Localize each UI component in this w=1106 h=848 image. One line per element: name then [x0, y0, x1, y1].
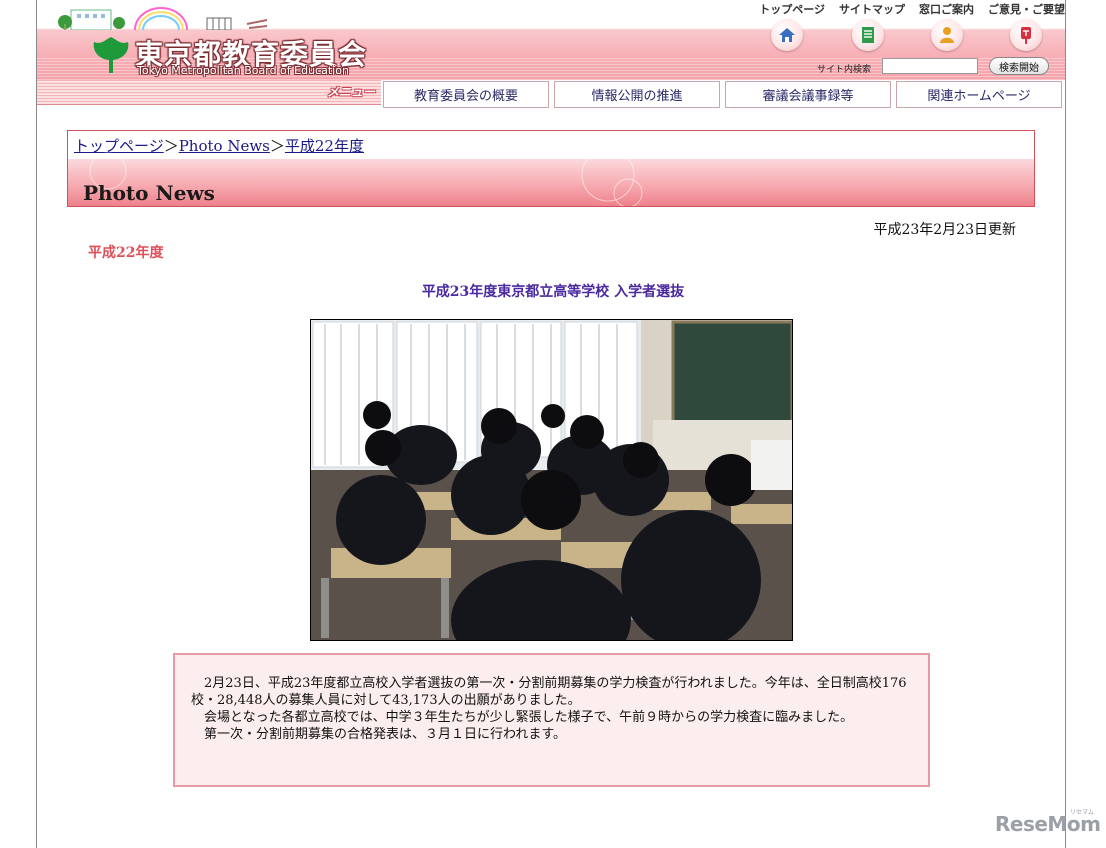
resemom-watermark: ReseMom — [995, 812, 1101, 836]
breadcrumb-link-year[interactable]: 平成22年度 — [285, 137, 364, 155]
breadcrumb-link-top[interactable]: トップページ — [74, 137, 164, 155]
header-illustration — [58, 7, 267, 30]
nav-tab-council-minutes[interactable]: 審議会議事録等 — [725, 81, 891, 108]
page-frame-left — [36, 0, 37, 848]
nav-tab-information-disclosure[interactable]: 情報公開の推進 — [554, 81, 720, 108]
nav-tab-board-overview[interactable]: 教育委員会の概要 — [383, 81, 549, 108]
util-link-sitemap[interactable]: サイトマップ — [839, 1, 905, 17]
menu-label: メニュー — [326, 85, 375, 99]
search-button[interactable]: 検索開始 — [989, 57, 1049, 75]
nav-tab-related-sites[interactable]: 関連ホームページ — [896, 81, 1062, 108]
search-label: サイト内検索 — [817, 65, 872, 75]
article-paragraph: 2月23日、平成23年度都立高校入学者選抜の第一次・分割前期募集の学力検査が行わ… — [191, 676, 907, 708]
breadcrumb: トップページ＞Photo News＞平成22年度 — [74, 135, 364, 156]
article-paragraph: 第一次・分割前期募集の合格発表は、３月１日に行われます。 — [204, 727, 567, 742]
breadcrumb-separator: ＞ — [163, 137, 179, 155]
breadcrumb-separator: ＞ — [269, 137, 285, 155]
util-link-feedback[interactable]: ご意見・ご要望 — [988, 1, 1065, 17]
sitemap-icon[interactable] — [852, 19, 884, 51]
utility-links: トップページ サイトマップ 窓口ご案内 ご意見・ご要望 — [759, 1, 1065, 17]
postbox-icon[interactable] — [1010, 19, 1042, 51]
page-title: Photo News — [83, 181, 215, 205]
article-body-box: 2月23日、平成23年度都立高校入学者選抜の第一次・分割前期募集の学力検査が行わ… — [173, 653, 930, 787]
util-link-contact-window[interactable]: 窓口ご案内 — [919, 1, 974, 17]
article-paragraph: 会場となった各都立高校では、中学３年生たちが少し緊張した様子で、午前９時からの学… — [204, 710, 854, 725]
page-title-box: トップページ＞Photo News＞平成22年度 Photo News — [67, 130, 1035, 207]
util-link-top[interactable]: トップページ — [759, 1, 825, 17]
site-search-input[interactable] — [882, 58, 978, 74]
menu-label-area: メニュー — [37, 80, 381, 105]
article-title: 平成23年度東京都立高等学校 入学者選抜 — [421, 284, 685, 300]
updated-date: 平成23年2月23日更新 — [873, 222, 1016, 238]
year-heading: 平成22年度 — [88, 245, 164, 261]
home-icon[interactable] — [771, 19, 803, 51]
site-header: 東京都教育委員会 Tokyo Metropolitan Board of Edu… — [37, 0, 1065, 80]
main-nav: メニュー 教育委員会の概要 情報公開の推進 審議会議事録等 関連ホームページ — [37, 80, 1065, 110]
ginkgo-logo-icon — [93, 37, 129, 73]
page-frame-right — [1065, 0, 1066, 848]
breadcrumb-link-photo-news[interactable]: Photo News — [179, 137, 270, 155]
person-icon[interactable] — [931, 19, 963, 51]
site-subtitle: Tokyo Metropolitan Board of Education — [137, 64, 349, 77]
exam-classroom-photo — [310, 319, 793, 641]
